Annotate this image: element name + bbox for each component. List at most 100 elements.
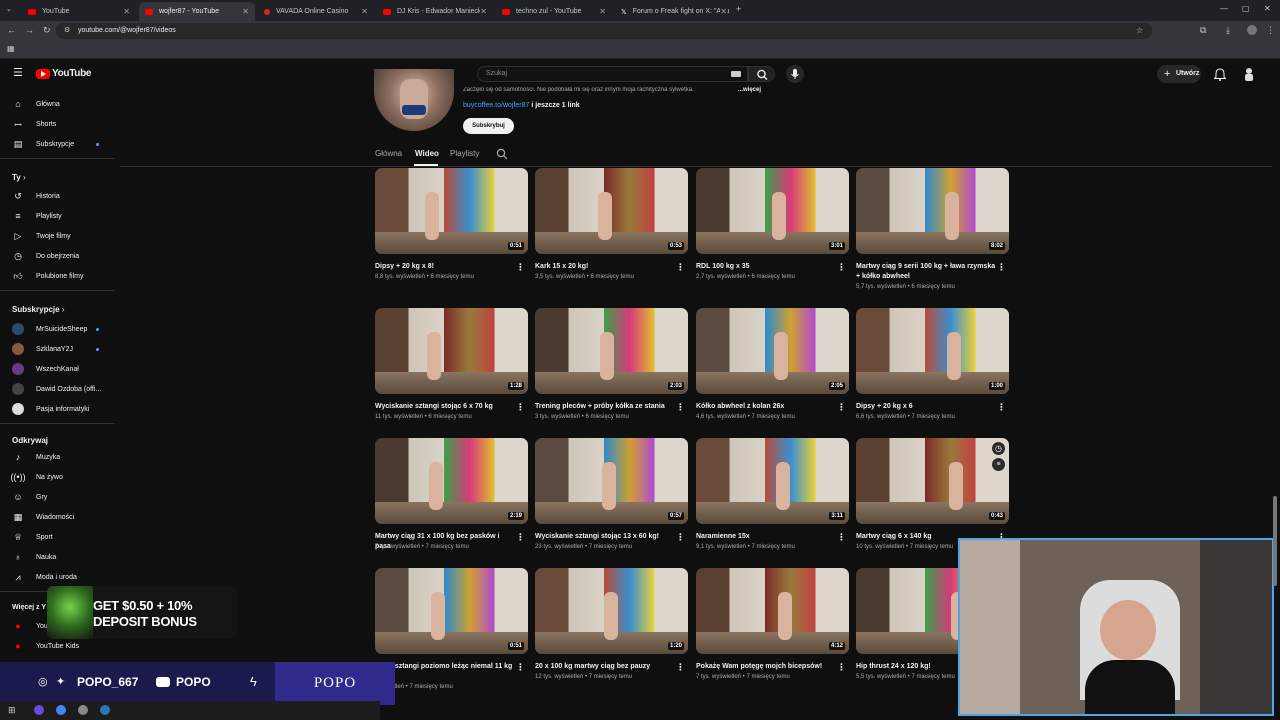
- more-actions-icon[interactable]: ⋮: [676, 662, 685, 673]
- extensions-icon[interactable]: ⧉: [1200, 26, 1206, 35]
- video-card[interactable]: 2:19 Martwy ciąg 31 x 100 kg bez pasków i…: [375, 438, 528, 563]
- more-actions-icon[interactable]: ⋮: [837, 532, 846, 543]
- video-thumbnail[interactable]: 0:43 ◷ ≡: [856, 438, 1009, 524]
- apps-icon[interactable]: ▦: [7, 45, 15, 53]
- video-thumbnail[interactable]: 2:19: [375, 438, 528, 524]
- video-thumbnail[interactable]: 1:20: [535, 568, 688, 654]
- add-to-queue-icon[interactable]: ≡: [992, 458, 1005, 471]
- video-card[interactable]: 3:01 RDL 100 kg x 35 2,7 tys. wyświetleń •…: [696, 168, 849, 293]
- close-tab-icon[interactable]: ✕: [242, 7, 249, 16]
- video-title[interactable]: Martwy ciąg 9 serii 100 kg + ława rzymsk…: [856, 262, 996, 282]
- more-actions-icon[interactable]: ⋮: [516, 662, 525, 673]
- sidebar-channel-item[interactable]: SzklanaY2J: [12, 342, 73, 356]
- bookmark-star-icon[interactable]: ☆: [1136, 27, 1143, 35]
- reload-icon[interactable]: ↻: [43, 26, 51, 35]
- maximize-icon[interactable]: ▢: [1242, 5, 1250, 13]
- browser-tab[interactable]: YouTube ✕: [22, 2, 136, 21]
- video-title[interactable]: Pokażę Wam potęgę mojch bicepsów!: [696, 662, 836, 672]
- subscribe-button[interactable]: Subskrybuj: [463, 118, 514, 134]
- sidebar-item-liked[interactable]: 👍︎ Polubione filmy: [12, 269, 83, 283]
- video-title[interactable]: Dipsy + 20 kg x 6: [856, 402, 996, 412]
- sidebar-item-youtube-premium[interactable]: ● You: [12, 619, 48, 633]
- video-thumbnail[interactable]: 4:12: [696, 568, 849, 654]
- keyboard-icon[interactable]: [731, 71, 741, 77]
- more-actions-icon[interactable]: ⋮: [997, 262, 1006, 273]
- video-title[interactable]: Naramienne 15x: [696, 532, 836, 542]
- video-title[interactable]: Wyciskanie sztangi stojąc 6 x 70 kg: [375, 402, 515, 412]
- sidebar-item-subscriptions[interactable]: ▤ Subskrypcje: [12, 137, 74, 151]
- tab-search-icon[interactable]: ⌄: [6, 6, 12, 13]
- tab-playlists[interactable]: Playlisty: [450, 149, 479, 158]
- url-input[interactable]: ⚙ youtube.com/@wojfer87/videos ☆: [56, 23, 1152, 39]
- browser-tab[interactable]: techno zul - YouTube ✕: [496, 2, 612, 21]
- sidebar-item-home[interactable]: ⌂ Główna: [12, 97, 59, 111]
- video-card[interactable]: 0:51 Dipsy + 20 kg x 8! 8,8 tys. wyświetle…: [375, 168, 528, 293]
- browser-tab-active[interactable]: wojfer87 - YouTube ✕: [139, 2, 255, 21]
- close-tab-icon[interactable]: ✕: [123, 7, 130, 16]
- more-link[interactable]: ...więcej: [738, 87, 761, 93]
- video-title[interactable]: RDL 100 kg x 35: [696, 262, 836, 272]
- profile-icon[interactable]: [1247, 25, 1257, 35]
- browser-tab[interactable]: 𝕏 Forum o Freak fight on X: "Artu ✕: [615, 2, 733, 21]
- video-card[interactable]: 1:00 Dipsy + 20 kg x 6 6,6 tys. wyświetleń…: [856, 308, 1009, 433]
- sidebar-item-news[interactable]: ▦ Wiadomości: [12, 510, 74, 524]
- close-tab-icon[interactable]: ✕: [599, 7, 606, 16]
- video-title[interactable]: kanie sztangi poziomo leżąc niemal 11 kg: [375, 662, 515, 672]
- sidebar-channel-item[interactable]: Pasja informatyki: [12, 402, 89, 416]
- youtube-logo-text[interactable]: YouTube: [52, 68, 92, 79]
- more-actions-icon[interactable]: ⋮: [676, 532, 685, 543]
- sidebar-item-live[interactable]: ((•)) Na żywo: [10, 470, 62, 484]
- video-card[interactable]: 2:05 Kółko abwheel z kolan 26x 4,6 tys. wy…: [696, 308, 849, 433]
- sidebar-item-watch-later[interactable]: ◷ Do obejrzenia: [12, 249, 79, 263]
- channel-external-link[interactable]: buycoffee.to/wojfer87: [463, 102, 529, 109]
- steam-icon[interactable]: [100, 705, 110, 715]
- app-icon[interactable]: [78, 705, 88, 715]
- video-card[interactable]: 1:28 Wyciskanie sztangi stojąc 6 x 70 kg 1…: [375, 308, 528, 433]
- video-title[interactable]: Wyciskanie sztangi stojąc 13 x 60 kg!: [535, 532, 675, 542]
- sidebar-item-youtube-kids[interactable]: ● YouTube Kids: [12, 639, 79, 653]
- video-card[interactable]: 4:12 Pokażę Wam potęgę mojch bicepsów! 7 t…: [696, 568, 849, 693]
- menu-icon[interactable]: ⋮: [1266, 26, 1275, 35]
- video-card[interactable]: 0:51 kanie sztangi poziomo leżąc niemal 1…: [375, 568, 528, 693]
- video-thumbnail[interactable]: 1:28: [375, 308, 528, 394]
- download-icon[interactable]: ⤓: [1226, 26, 1230, 35]
- close-tab-icon[interactable]: ✕: [361, 7, 368, 16]
- video-card[interactable]: 3:11 Naramienne 15x 9,1 tys. wyświetleń • …: [696, 438, 849, 563]
- more-actions-icon[interactable]: ⋮: [837, 402, 846, 413]
- sidebar-section-subscriptions[interactable]: Subskrypcje ›: [12, 305, 64, 314]
- sidebar-item-fashion[interactable]: ⩘ Moda i uroda: [12, 570, 76, 584]
- start-icon[interactable]: ⊞: [8, 705, 16, 716]
- video-thumbnail[interactable]: 2:03: [535, 308, 688, 394]
- video-thumbnail[interactable]: 0:51: [375, 568, 528, 654]
- sidebar-item-shorts[interactable]: ꟷ Shorts: [12, 117, 56, 131]
- forward-icon[interactable]: →: [25, 26, 34, 35]
- hamburger-menu-icon[interactable]: ☰: [13, 68, 23, 79]
- sidebar-item-sport[interactable]: ♕ Sport: [12, 530, 53, 544]
- channel-search-icon[interactable]: [496, 148, 508, 160]
- more-actions-icon[interactable]: ⋮: [516, 402, 525, 413]
- search-button[interactable]: [748, 66, 775, 82]
- sidebar-item-gaming[interactable]: ☺ Gry: [12, 490, 47, 504]
- search-input[interactable]: Szukaj: [477, 66, 748, 82]
- browser-tab[interactable]: VAVADA Online Casino ✕: [258, 2, 374, 21]
- sidebar-channel-item[interactable]: Dawid Ozdoba (offi...: [12, 382, 101, 396]
- video-title[interactable]: Trening pleców + próby kółka ze stania: [535, 402, 675, 412]
- sidebar-item-playlists[interactable]: ≡ Playlisty: [12, 209, 61, 223]
- tab-videos[interactable]: Wideo: [415, 149, 439, 158]
- close-tab-icon[interactable]: ✕: [720, 7, 727, 16]
- close-tab-icon[interactable]: ✕: [480, 7, 487, 16]
- more-actions-icon[interactable]: ⋮: [516, 262, 525, 273]
- video-card[interactable]: 2:03 Trening pleców + próby kółka ze stan…: [535, 308, 688, 433]
- back-icon[interactable]: ←: [7, 26, 16, 35]
- sidebar-item-history[interactable]: ↺ Historia: [12, 189, 60, 203]
- video-thumbnail[interactable]: 0:57: [535, 438, 688, 524]
- video-thumbnail[interactable]: 0:53: [535, 168, 688, 254]
- more-actions-icon[interactable]: ⋮: [676, 262, 685, 273]
- chrome-icon[interactable]: [56, 705, 66, 715]
- sidebar-item-music[interactable]: ♪ Muzyka: [12, 450, 60, 464]
- new-tab-button[interactable]: +: [736, 5, 741, 14]
- browser-tab[interactable]: DJ Kris - Edwador Maniecki | ✕: [377, 2, 493, 21]
- watch-later-icon[interactable]: ◷: [992, 442, 1005, 455]
- notifications-bell-icon[interactable]: [1214, 68, 1226, 81]
- app-icon[interactable]: [34, 705, 44, 715]
